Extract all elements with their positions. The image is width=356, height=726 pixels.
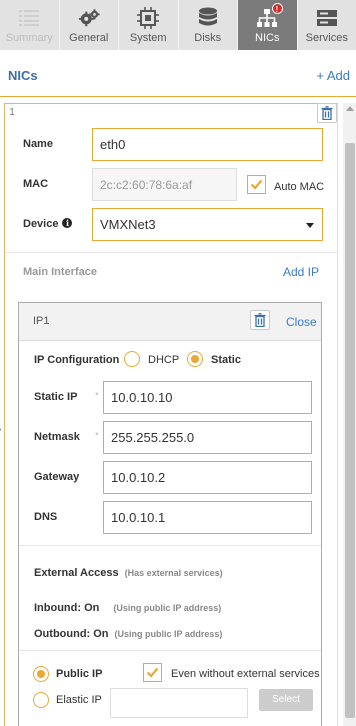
gateway-label: Gateway	[34, 471, 80, 483]
static-ip-input[interactable]: 10.0.10.10	[103, 381, 312, 414]
add-ip-link[interactable]: Add IP	[283, 265, 319, 279]
device-label: Device i	[23, 218, 73, 230]
even-without-checkbox[interactable]	[143, 663, 162, 682]
auto-mac-checkbox[interactable]	[247, 175, 266, 194]
netmask-label: Netmask	[34, 431, 80, 443]
static-label: Static	[211, 354, 241, 366]
inbound-note: (Using public IP address)	[113, 603, 222, 613]
outbound-label: Outbound: On	[34, 628, 109, 640]
gateway-input[interactable]: 10.0.10.2	[103, 461, 312, 494]
netmask-input[interactable]: 255.255.255.0	[103, 421, 312, 454]
tab-system[interactable]: System	[119, 0, 178, 50]
summary-icon	[18, 7, 40, 29]
elastic-ip-input[interactable]	[110, 688, 248, 718]
nics-header: NICs + Add	[0, 50, 356, 97]
name-label: Name	[23, 138, 53, 150]
tab-disks-label: Disks	[194, 32, 222, 44]
device-select-value: VMXNet3	[100, 217, 156, 232]
auto-mac-label: Auto MAC	[274, 181, 325, 193]
dns-input[interactable]: 10.0.10.1	[103, 501, 312, 534]
delete-nic-button[interactable]	[317, 103, 337, 123]
static-ip-label: Static IP	[34, 391, 78, 403]
mac-label: MAC	[23, 178, 49, 190]
tab-general[interactable]: General	[59, 0, 118, 50]
outbound-status: Outbound: On (Using public IP address)	[34, 628, 222, 640]
scrollbar-thumb[interactable]	[345, 143, 355, 718]
tab-summary-label: Summary	[5, 32, 53, 44]
trash-icon	[321, 106, 333, 120]
delete-ip-button[interactable]	[250, 310, 270, 330]
external-access-title-text: External Access	[34, 567, 119, 579]
checkmark-icon	[250, 179, 263, 190]
add-nic-button[interactable]: + Add	[316, 68, 350, 83]
elastic-ip-label: Elastic IP	[56, 694, 102, 706]
tab-general-label: General	[69, 32, 109, 44]
device-select[interactable]: VMXNet3	[92, 208, 323, 241]
alert-badge: !	[271, 3, 283, 14]
info-icon[interactable]: i	[62, 218, 73, 228]
close-ip-link[interactable]: Close	[286, 315, 317, 329]
cursor-icon: ›	[0, 424, 1, 435]
external-access-title: External Access (Has external services)	[34, 567, 223, 579]
services-icon	[316, 7, 338, 29]
divider	[19, 545, 321, 546]
inbound-label: Inbound: On	[34, 602, 100, 614]
ip-panel-header	[19, 303, 321, 341]
tab-bar: Summary General System Disks NICs ! Serv…	[0, 0, 356, 50]
tab-nics-label: NICs	[255, 32, 280, 44]
device-label-text: Device	[23, 218, 59, 230]
tab-summary[interactable]: Summary	[0, 0, 59, 50]
ip-title: IP1	[33, 315, 50, 327]
page-title: NICs	[8, 68, 38, 83]
inbound-status: Inbound: On (Using public IP address)	[34, 602, 221, 614]
required-mark: *	[95, 431, 99, 442]
main-interface-label: Main Interface	[23, 266, 97, 278]
ip-config-label: IP Configuration	[34, 354, 120, 366]
static-radio[interactable]	[187, 351, 203, 367]
outbound-note: (Using public IP address)	[114, 629, 223, 639]
tab-system-label: System	[129, 32, 167, 44]
gears-icon	[78, 7, 100, 29]
trash-icon	[254, 313, 266, 327]
tab-disks[interactable]: Disks	[178, 0, 237, 50]
chip-icon	[137, 7, 160, 29]
nic-index: 1	[5, 106, 19, 120]
tab-services[interactable]: Services	[297, 0, 356, 50]
external-access-note: (Has external services)	[124, 568, 223, 578]
public-ip-label: Public IP	[56, 668, 103, 680]
even-without-label: Even without external services	[171, 668, 320, 680]
divider	[19, 650, 321, 651]
dns-label: DNS	[34, 511, 58, 523]
select-button[interactable]: Select	[259, 689, 313, 711]
checkmark-icon	[146, 667, 159, 678]
tab-services-label: Services	[305, 32, 348, 44]
required-mark: *	[95, 391, 99, 402]
tab-nics[interactable]: NICs !	[238, 0, 297, 50]
mac-input: 2c:c2:60:78:6a:af	[92, 168, 237, 201]
public-ip-radio[interactable]	[33, 666, 49, 682]
scroll-up-icon[interactable]	[346, 106, 354, 111]
chevron-down-icon	[306, 223, 314, 228]
dhcp-label: DHCP	[148, 354, 180, 366]
database-icon	[197, 7, 219, 29]
divider	[5, 252, 338, 253]
elastic-ip-radio[interactable]	[33, 692, 49, 708]
dhcp-radio[interactable]	[124, 351, 140, 367]
name-input[interactable]: eth0	[92, 128, 323, 161]
